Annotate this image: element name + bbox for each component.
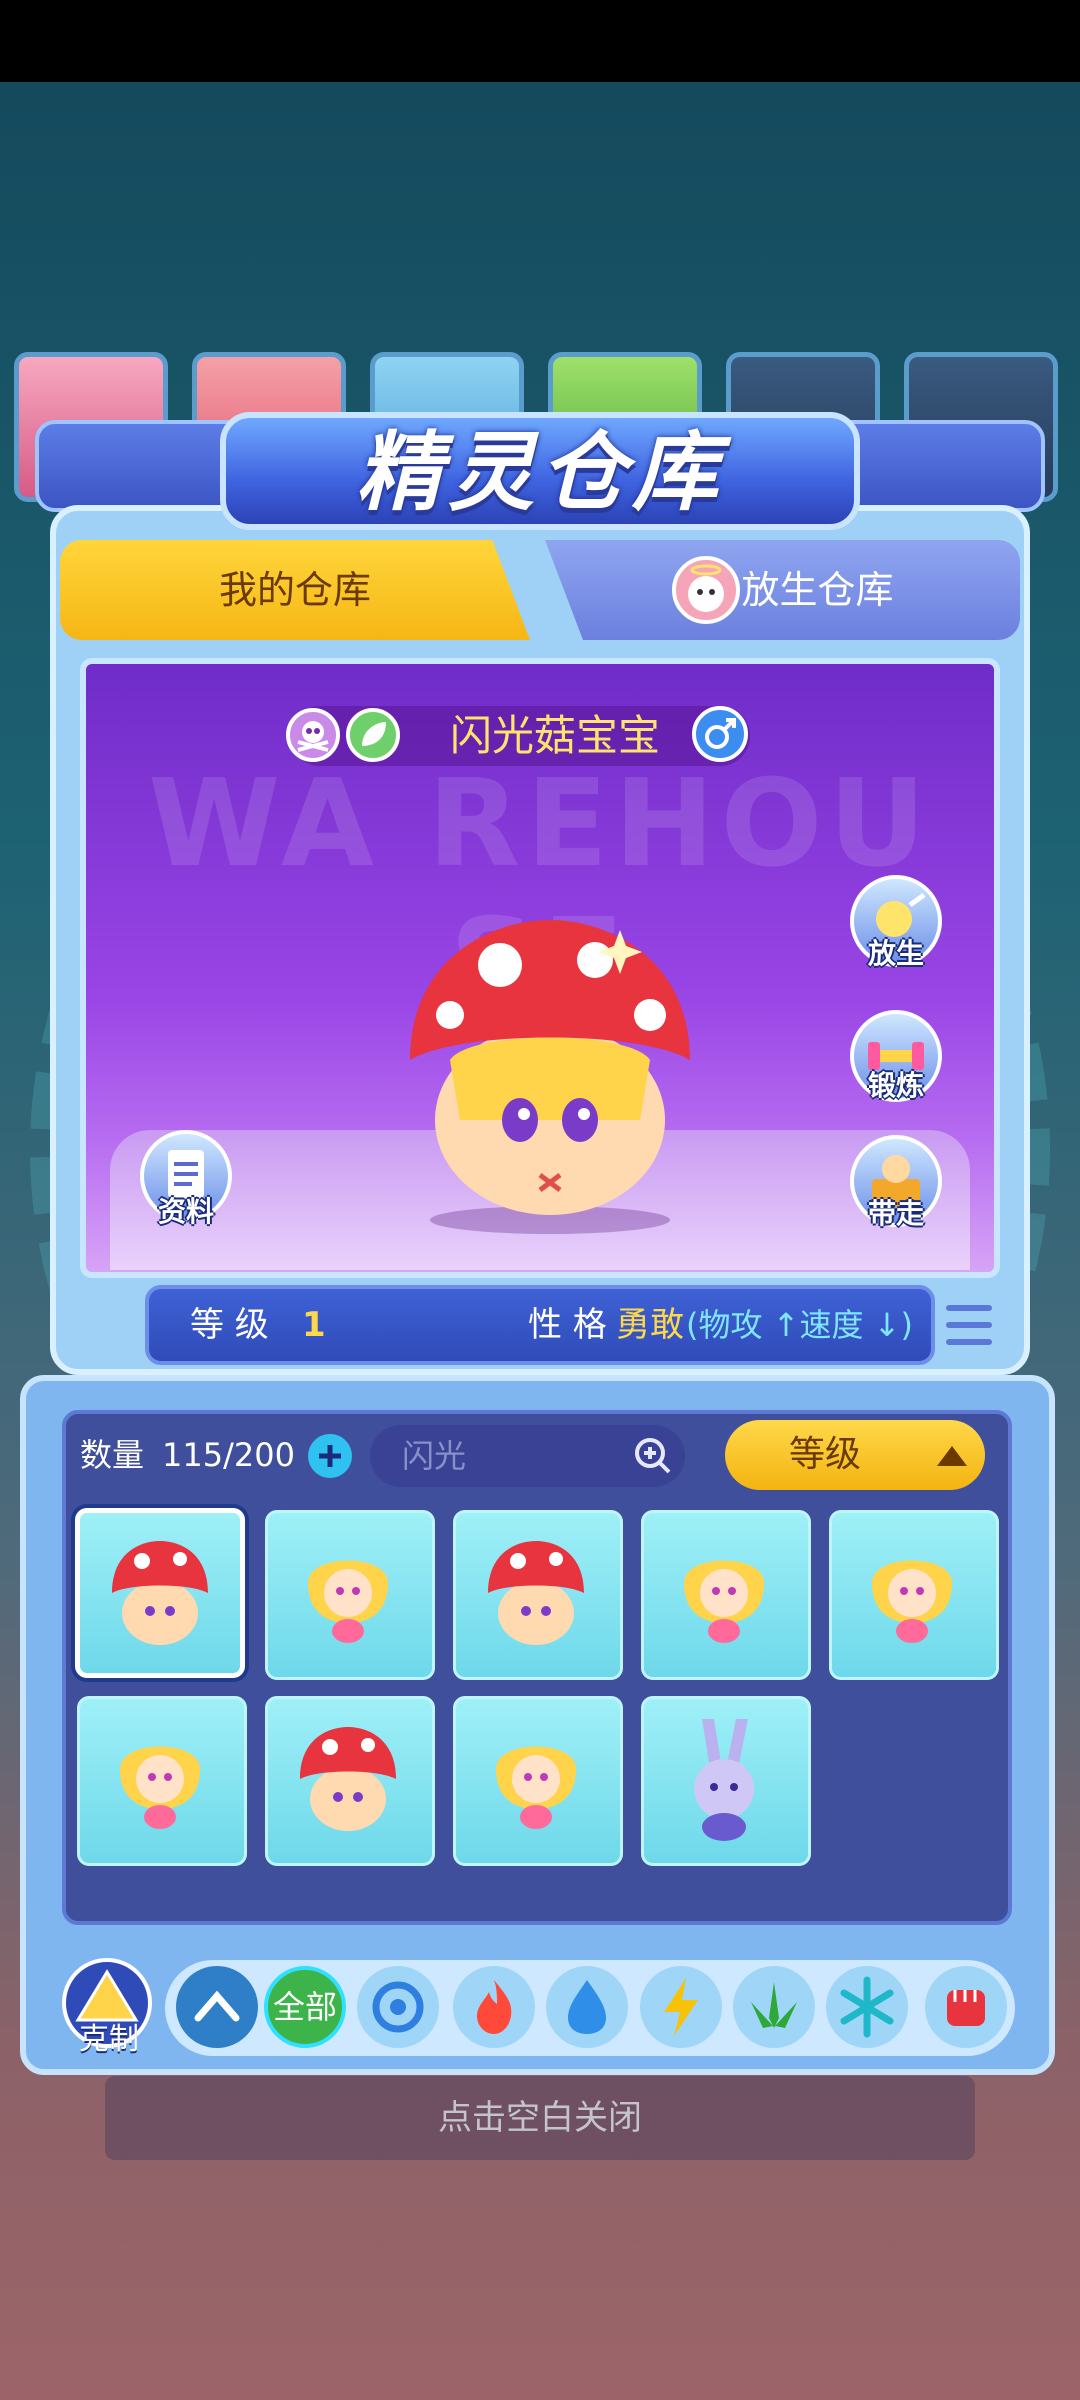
nature-label: 性 格 [528,1305,607,1345]
release-label: 放生 [867,937,924,970]
triangle-up-icon [937,1446,967,1466]
pet-slot[interactable] [75,1508,245,1678]
pet-name: 闪光菇宝宝 [449,711,660,760]
electric-type-icon[interactable] [640,1966,722,2048]
filter-all-label: 全部 [272,1988,337,2026]
add-capacity-button[interactable] [308,1434,352,1478]
pet-slot[interactable] [265,1696,435,1866]
train-label: 锻炼 [867,1069,924,1102]
nature-value: 勇敢 [616,1305,684,1345]
page-title: 精灵仓库 [356,423,724,523]
plus-icon [319,1445,341,1467]
search-input[interactable]: 闪光 [370,1425,685,1487]
male-icon [692,706,748,762]
pet-slot[interactable] [77,1696,247,1866]
fairy-pet-icon [684,1560,764,1643]
ice-type-icon[interactable] [826,1966,908,2048]
grass-type-icon[interactable] [733,1966,815,2048]
count-value: 115/200 [162,1436,295,1474]
zoom-search-icon[interactable] [632,1435,674,1477]
pet-slot[interactable] [265,1510,435,1680]
mushroom-pet-icon [112,1541,208,1645]
mushroom-pet-icon [488,1541,584,1645]
status-bar [0,0,1080,82]
carry-label: 带走 [867,1197,924,1230]
tab-my-warehouse[interactable]: 我的仓库 [60,540,530,640]
fairy-pet-icon [496,1746,576,1829]
fairy-pet-icon [872,1560,952,1643]
water-type-icon[interactable] [546,1966,628,2048]
pet-slot[interactable] [453,1510,623,1680]
rabbit-pet-icon [694,1719,754,1841]
tab-label: 放生仓库 [741,568,894,612]
fairy-pet-icon [120,1746,200,1829]
count-label: 数量 [80,1436,145,1474]
counter-label: 克制 [79,2022,139,2057]
mushroom-pet-icon [300,1727,396,1831]
fairy-pet-icon [308,1560,388,1643]
close-hint: 点击空白关闭 [438,2098,642,2138]
poison-type-icon [286,708,340,762]
menu-icon[interactable] [945,1300,993,1350]
pet-slot[interactable] [641,1696,811,1866]
pet-slot[interactable] [453,1696,623,1866]
pet-slot[interactable] [641,1510,811,1680]
release-warehouse-icon [672,556,740,624]
level-label: 等 级 [190,1305,269,1345]
fighting-type-icon[interactable] [925,1966,1007,2048]
nature-effect: (物攻 ↑速度 ↓) [686,1306,913,1344]
pet-slot[interactable] [829,1510,999,1680]
sort-label: 等级 [788,1434,861,1475]
grass-type-icon [346,708,400,762]
tab-label: 我的仓库 [218,568,371,612]
tab-release-warehouse[interactable]: 放生仓库 [545,540,1020,640]
fire-type-icon[interactable] [453,1966,535,2048]
normal-type-icon[interactable] [357,1966,439,2048]
up-arrow-icon[interactable] [176,1966,258,2048]
filter-all-button[interactable]: 全部 [264,1966,346,2048]
sort-button[interactable]: 等级 [725,1420,985,1490]
level-value: 1 [302,1305,326,1345]
pet-sprite [380,920,720,1240]
profile-label: 资料 [157,1195,214,1228]
search-value: 闪光 [402,1437,467,1475]
